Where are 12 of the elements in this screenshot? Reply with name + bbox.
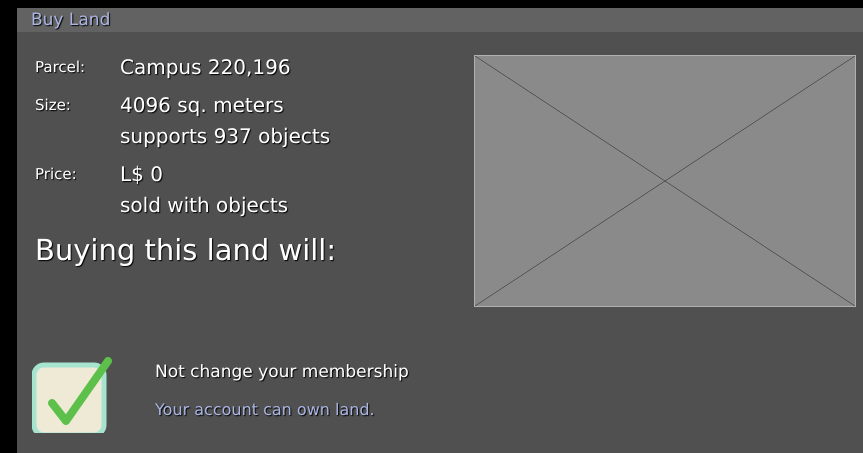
effect-title: Not change your membership: [155, 361, 409, 384]
field-value: sold with objects: [120, 192, 288, 219]
field-value: 4096 sq. meters: [120, 92, 285, 119]
field-value: Campus 220,196: [120, 54, 291, 81]
window-title: Buy Land: [31, 12, 110, 28]
field-label: Price:: [35, 164, 78, 185]
field-value: supports 937 objects: [120, 123, 330, 150]
field-label: Size:: [35, 95, 72, 116]
effect-note: Your account can own land.: [155, 398, 376, 420]
field-label: Parcel:: [35, 57, 86, 78]
field-value: L$ 0: [120, 161, 164, 188]
section-heading: Buying this land will:: [35, 232, 338, 269]
